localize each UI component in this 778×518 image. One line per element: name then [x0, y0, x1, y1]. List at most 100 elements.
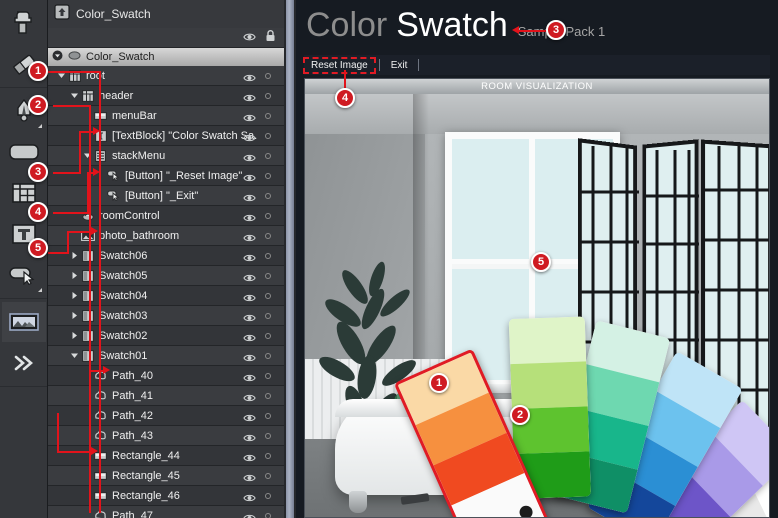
image-tool[interactable]	[2, 302, 46, 342]
tree-row-swatch03[interactable]: Swatch03	[48, 306, 284, 326]
tree-row-label: photo_bathroom	[99, 229, 180, 242]
tree-row-menubar[interactable]: menuBar	[48, 106, 284, 126]
reset-image-button[interactable]: Reset Image	[303, 56, 376, 74]
lock-icon[interactable]	[265, 29, 276, 47]
color-swatch-fan[interactable]	[393, 309, 769, 517]
bathroom-scene	[305, 94, 769, 517]
tree-row-textblock-color-swatch-sa[interactable]: [TextBlock] "Color Swatch Sa.	[48, 126, 284, 146]
tree-row-label: Swatch05	[99, 269, 148, 282]
lock-toggle-dot[interactable]	[265, 453, 271, 459]
lock-toggle-dot[interactable]	[265, 153, 271, 159]
lock-toggle-dot[interactable]	[265, 513, 271, 518]
group-icon	[80, 266, 95, 286]
vertical-scrollbar-thumb[interactable]	[286, 0, 294, 518]
tree-row-twisty[interactable]	[69, 286, 80, 306]
tree-row-twisty[interactable]	[82, 486, 93, 506]
tree-row-rectangle-45[interactable]: Rectangle_45	[48, 466, 284, 486]
lock-toggle-dot[interactable]	[265, 213, 271, 219]
tree-row-twisty[interactable]	[82, 406, 93, 426]
tree-row-rectangle-46[interactable]: Rectangle_46	[48, 486, 284, 506]
tree-row-twisty[interactable]	[69, 266, 80, 286]
lock-toggle-dot[interactable]	[265, 313, 271, 319]
chevron-down-icon[interactable]	[52, 48, 63, 66]
lock-toggle-dot[interactable]	[265, 73, 271, 79]
tree-row-photo-bathroom[interactable]: photo_bathroom	[48, 226, 284, 246]
lock-toggle-dot[interactable]	[265, 473, 271, 479]
tree-row-twisty[interactable]	[82, 366, 93, 386]
tree-row-button-exit[interactable]: [Button] "_Exit"	[48, 186, 284, 206]
lock-toggle-dot[interactable]	[265, 113, 271, 119]
lock-toggle-dot[interactable]	[265, 433, 271, 439]
tree-row-twisty[interactable]	[69, 226, 80, 246]
export-icon[interactable]	[54, 3, 70, 25]
clone-stamp-tool[interactable]	[2, 3, 46, 43]
tree-row-swatch01[interactable]: Swatch01	[48, 346, 284, 366]
tree-row-twisty[interactable]	[82, 466, 93, 486]
exit-button[interactable]: Exit	[384, 58, 415, 73]
lock-toggle-dot[interactable]	[265, 413, 271, 419]
button-tool[interactable]	[2, 255, 46, 295]
tree-row-twisty[interactable]	[82, 126, 93, 146]
lock-toggle-dot[interactable]	[265, 373, 271, 379]
tree-row-twisty[interactable]	[69, 86, 80, 106]
lock-toggle-dot[interactable]	[265, 273, 271, 279]
tree-row-twisty[interactable]	[56, 66, 67, 86]
tree-row-roomcontrol[interactable]: roomControl	[48, 206, 284, 226]
lock-toggle-dot[interactable]	[265, 93, 271, 99]
lock-toggle-dot[interactable]	[265, 193, 271, 199]
lock-toggle-dot[interactable]	[265, 493, 271, 499]
tree-row-path-43[interactable]: Path_43	[48, 426, 284, 446]
tree-row-stackmenu[interactable]: stackMenu	[48, 146, 284, 166]
tree-row-label: Swatch06	[99, 249, 148, 262]
tree-row-path-42[interactable]: Path_42	[48, 406, 284, 426]
tree-row-twisty[interactable]	[82, 146, 93, 166]
tree-row-twisty[interactable]	[69, 246, 80, 266]
tree-row-header[interactable]: header	[48, 86, 284, 106]
lock-toggle-dot[interactable]	[265, 393, 271, 399]
lock-toggle-dot[interactable]	[265, 293, 271, 299]
tree-row-label: [Button] "_Exit"	[125, 189, 199, 202]
more-tools-button[interactable]	[2, 343, 46, 383]
tree-row-path-47[interactable]: Path_47	[48, 506, 284, 518]
annotation-marker-3-tool: 3	[28, 162, 48, 182]
lock-toggle-dot[interactable]	[265, 333, 271, 339]
lock-toggle-dot[interactable]	[265, 233, 271, 239]
lock-toggle-dot[interactable]	[265, 173, 271, 179]
tree-row-label: Rectangle_44	[112, 449, 180, 462]
tree-row-twisty[interactable]	[82, 506, 93, 518]
annotation-marker-1-tool: 1	[28, 61, 48, 81]
leader-line-5-h2	[67, 231, 93, 233]
leader-arrow-rect44	[91, 447, 98, 455]
panel-divider[interactable]	[284, 0, 296, 518]
tree-row-twisty[interactable]	[82, 426, 93, 446]
ceiling	[305, 94, 769, 134]
tree-root-row[interactable]: Color_Swatch	[48, 48, 284, 66]
tree-row-twisty[interactable]	[69, 346, 80, 366]
annotation-marker-3-title: 3	[546, 20, 566, 40]
tree-row-swatch05[interactable]: Swatch05	[48, 266, 284, 286]
room-visualization-image[interactable]: ROOM VISUALIZATION	[304, 78, 770, 518]
tree-row-rectangle-44[interactable]: Rectangle_44	[48, 446, 284, 466]
tree-row-twisty[interactable]	[69, 306, 80, 326]
eye-icon[interactable]	[243, 510, 256, 518]
lock-toggle-dot[interactable]	[265, 133, 271, 139]
tree-row-root[interactable]: root	[48, 66, 284, 86]
page-title-part1: Color	[306, 6, 388, 44]
tree-row-path-41[interactable]: Path_41	[48, 386, 284, 406]
tree-row-twisty[interactable]	[82, 386, 93, 406]
leader-line-rect44	[57, 451, 93, 453]
lock-toggle-dot[interactable]	[265, 353, 271, 359]
tree-row-twisty[interactable]	[69, 206, 80, 226]
annotation-marker-1-swatch: 1	[429, 373, 449, 393]
tree-row-swatch06[interactable]: Swatch06	[48, 246, 284, 266]
tree-row-label: Rectangle_46	[112, 489, 180, 502]
tree-row-path-40[interactable]: Path_40	[48, 366, 284, 386]
tree-root-label: Color_Swatch	[86, 51, 155, 63]
lock-toggle-dot[interactable]	[265, 253, 271, 259]
tree-row-button-reset-image[interactable]: [Button] "_Reset Image"	[48, 166, 284, 186]
tree-row-twisty[interactable]	[82, 106, 93, 126]
eye-icon[interactable]	[243, 29, 256, 47]
tree-row-swatch02[interactable]: Swatch02	[48, 326, 284, 346]
tree-row-twisty[interactable]	[69, 326, 80, 346]
tree-row-swatch04[interactable]: Swatch04	[48, 286, 284, 306]
